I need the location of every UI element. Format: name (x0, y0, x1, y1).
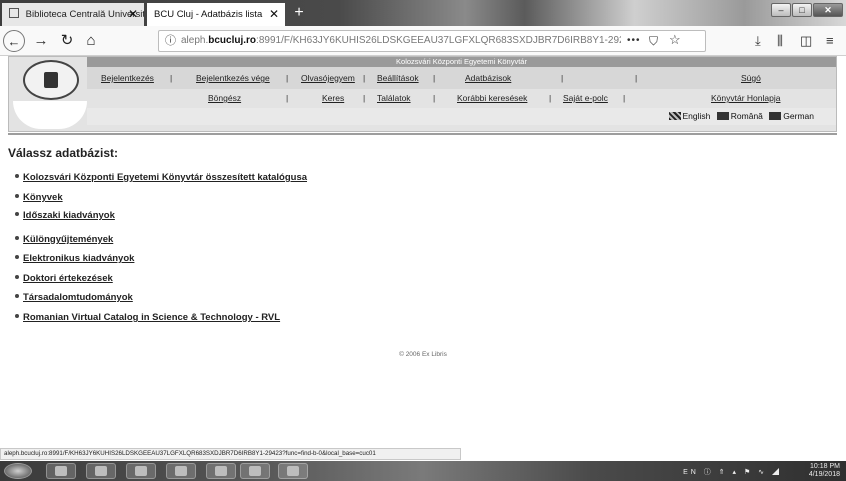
forward-arrow-icon[interactable]: → (30, 30, 52, 52)
page-actions-icon[interactable]: ••• (627, 31, 641, 51)
list-item: Társadalomtudományok (15, 292, 133, 303)
address-bar[interactable]: ⓘ aleph.bcucluj.ro:8991/F/KH63JY6KUHIS26… (158, 30, 706, 52)
clock-date: 4/19/2018 (808, 471, 840, 478)
menu-search[interactable]: Keres (322, 93, 344, 103)
database-link[interactable]: Társadalomtudományok (23, 292, 133, 303)
copyright-footer: © 2006 Ex Libris (399, 351, 447, 358)
lang-english[interactable]: English (683, 111, 711, 121)
germany-flag-icon (769, 112, 782, 120)
taskbar-browser-icon[interactable] (86, 463, 116, 479)
list-item: Időszaki kiadványok (15, 210, 115, 221)
close-tab-icon[interactable]: ✕ (269, 3, 279, 26)
library-header: Kolozsvári Központi Egyetemi Könyvtár Be… (8, 56, 837, 132)
page-title: Válassz adatbázist: (8, 146, 119, 160)
database-link[interactable]: Kolozsvári Központi Egyetemi Könyvtár ös… (23, 172, 307, 183)
pocket-icon[interactable]: ⛉ (649, 31, 658, 51)
info-icon[interactable]: ⓘ (165, 31, 176, 51)
taskbar-explorer-icon[interactable] (46, 463, 76, 479)
clock[interactable]: 10:18 PM 4/19/2018 (809, 463, 840, 479)
bullet-icon (15, 212, 19, 216)
book-icon (9, 8, 19, 18)
tab-adatbazis-lista[interactable]: BCU Cluj - Adatbázis lista ✕ (147, 3, 285, 26)
back-arrow-icon[interactable]: ← (3, 30, 25, 52)
database-link[interactable]: Doktori értekezések (23, 273, 113, 284)
database-link[interactable]: Romanian Virtual Catalog in Science & Te… (23, 312, 280, 323)
list-item: Romanian Virtual Catalog in Science & Te… (15, 312, 280, 323)
database-link[interactable]: Időszaki kiadványok (23, 210, 115, 221)
list-item: Kolozsvári Központi Egyetemi Könyvtár ös… (15, 172, 307, 183)
menu-login[interactable]: Bejelentkezés (101, 73, 154, 83)
header-divider (8, 133, 837, 135)
taskbar-search-icon[interactable] (206, 463, 236, 479)
menu-row-1: Bejelentkezés | Bejelentkezés vége | Olv… (87, 67, 836, 89)
language-row: English Română German (87, 108, 836, 125)
tab-label: Biblioteca Centrală Universitar… (25, 9, 144, 20)
sidebar-icon[interactable]: ◫ (800, 32, 812, 50)
clock-time: 10:18 PM (810, 463, 840, 470)
database-link[interactable]: Különgyűjtemények (23, 234, 113, 245)
reload-icon[interactable]: ↻ (56, 30, 78, 52)
maximize-button[interactable]: □ (792, 3, 812, 17)
bullet-icon (15, 314, 19, 318)
browser-status-bar: aleph.bcucluj.ro:8991/F/KH63JY6KUHIS26LD… (0, 448, 461, 460)
menu-library-homepage[interactable]: Könyvtár Honlapja (711, 93, 780, 103)
taskbar-app-icon[interactable] (126, 463, 156, 479)
romania-flag-icon (716, 112, 729, 120)
lang-german[interactable]: German (783, 111, 814, 121)
menu-settings[interactable]: Beállítások (377, 73, 419, 83)
menu-results[interactable]: Találatok (377, 93, 411, 103)
close-tab-icon[interactable]: ✕ (128, 3, 138, 26)
taskbar-window-icon[interactable] (278, 463, 308, 479)
uk-flag-icon (668, 112, 681, 120)
menu-databases[interactable]: Adatbázisok (465, 73, 511, 83)
browser-tab-bar: Biblioteca Centrală Universitar… ✕ BCU C… (0, 0, 846, 26)
menu-browse[interactable]: Böngész (208, 93, 241, 103)
tab-biblioteca[interactable]: Biblioteca Centrală Universitar… ✕ (2, 3, 144, 26)
bullet-icon (15, 194, 19, 198)
minimize-button[interactable]: – (771, 3, 791, 17)
start-button[interactable] (4, 463, 32, 479)
menu-previous-searches[interactable]: Korábbi keresések (457, 93, 527, 103)
menu-logout[interactable]: Bejelentkezés vége (196, 73, 270, 83)
menu-row-2: Böngész | Keres | Találatok | Korábbi ke… (87, 91, 836, 108)
lang-romana[interactable]: Română (731, 111, 763, 121)
browser-navigation-bar: ← → ↻ ⌂ ⓘ aleph.bcucluj.ro:8991/F/KH63JY… (0, 26, 846, 56)
close-window-button[interactable]: ✕ (813, 3, 843, 17)
list-item: Különgyűjtemények (15, 234, 113, 245)
bullet-icon (15, 236, 19, 240)
list-item: Elektronikus kiadványok (15, 253, 134, 264)
tray-icons[interactable]: EN ⓘ ⇑ ▴ ⚑ ∿ ◢ (683, 467, 782, 477)
database-link[interactable]: Könyvek (23, 192, 63, 203)
home-icon[interactable]: ⌂ (80, 30, 102, 52)
windows-taskbar: EN ⓘ ⇑ ▴ ⚑ ∿ ◢ 10:18 PM 4/19/2018 (0, 461, 846, 481)
library-icon[interactable]: ⫼ (777, 32, 783, 50)
header-title: Kolozsvári Központi Egyetemi Könyvtár (396, 57, 527, 66)
bullet-icon (15, 294, 19, 298)
bullet-icon (15, 275, 19, 279)
bookmark-star-icon[interactable]: ☆ (669, 31, 681, 50)
bullet-icon (15, 174, 19, 178)
language-selector: English Română German (665, 111, 814, 121)
library-logo (23, 60, 79, 100)
tab-label: BCU Cluj - Adatbázis lista (154, 9, 263, 20)
database-link[interactable]: Elektronikus kiadványok (23, 253, 134, 264)
list-item: Doktori értekezések (15, 273, 113, 284)
taskbar-app-icon[interactable] (166, 463, 196, 479)
new-tab-button[interactable]: + (290, 4, 308, 22)
hamburger-menu-icon[interactable]: ≡ (826, 32, 834, 50)
list-item: Könyvek (15, 192, 63, 203)
menu-help[interactable]: Súgó (741, 73, 761, 83)
bullet-icon (15, 255, 19, 259)
menu-my-eshelf[interactable]: Saját e-polc (563, 93, 608, 103)
taskbar-document-icon[interactable] (240, 463, 270, 479)
menu-reader-card[interactable]: Olvasójegyem (301, 73, 355, 83)
url-text[interactable]: aleph.bcucluj.ro:8991/F/KH63JY6KUHIS26LD… (181, 31, 621, 51)
download-icon[interactable]: ⤓ (755, 32, 761, 50)
